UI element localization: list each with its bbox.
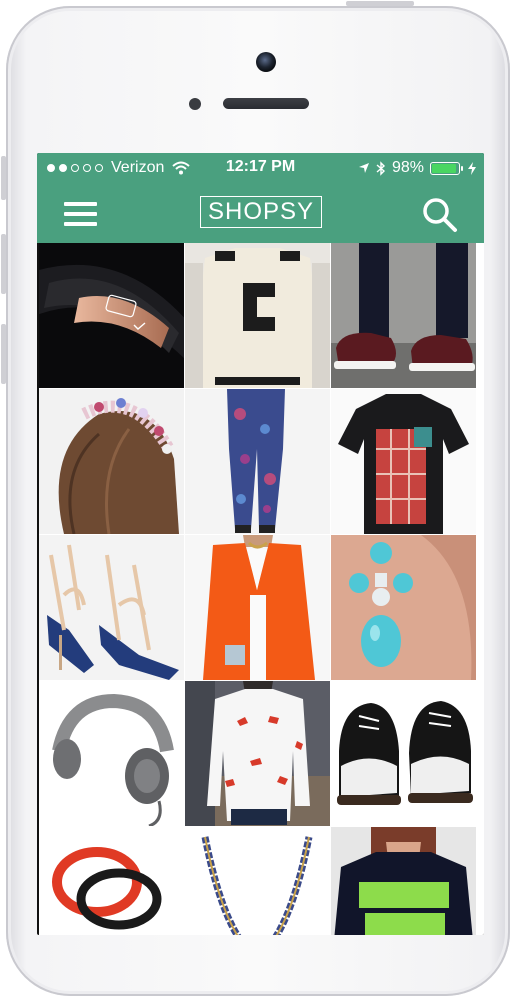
mute-switch xyxy=(1,156,6,200)
product-tile-orange-blazer[interactable] xyxy=(185,535,330,680)
sneakers-image xyxy=(331,243,476,388)
fitness-band-image xyxy=(39,243,184,388)
search-icon[interactable] xyxy=(422,197,458,233)
plaid-tshirt-image xyxy=(331,389,476,534)
earpiece-speaker xyxy=(223,98,309,109)
headphones-image xyxy=(39,681,184,826)
bluetooth-icon xyxy=(376,160,385,176)
studded-shoes-image xyxy=(331,681,476,826)
product-tile-letter-c-sweater[interactable] xyxy=(185,243,330,388)
product-tile-burgundy-sneakers[interactable] xyxy=(331,243,476,388)
product-tile-plaid-tshirt[interactable] xyxy=(331,389,476,534)
front-camera xyxy=(256,52,276,72)
proximity-sensor xyxy=(189,98,201,110)
nav-bar: SHOPSY xyxy=(37,183,484,243)
heels-image xyxy=(39,535,184,680)
battery-percent: 98% xyxy=(391,159,424,176)
hamburger-menu-icon[interactable] xyxy=(64,200,97,228)
game-over-tshirt-image xyxy=(331,827,476,935)
product-tile-chain-necklace[interactable] xyxy=(185,827,330,935)
product-tile-printed-leggings[interactable] xyxy=(185,389,330,534)
necklace-image xyxy=(185,827,330,935)
battery-icon xyxy=(430,161,463,175)
headband-image xyxy=(39,389,184,534)
power-button xyxy=(346,1,414,6)
product-tile-activity-bands[interactable] xyxy=(39,827,184,935)
product-tile-game-over-tshirt[interactable] xyxy=(331,827,476,935)
activity-bands-image xyxy=(39,827,184,935)
product-tile-studded-shoes[interactable] xyxy=(331,681,476,826)
leggings-image xyxy=(185,389,330,534)
sweater-image xyxy=(185,243,330,388)
battery-fill xyxy=(432,163,456,173)
product-tile-studded-heels[interactable] xyxy=(39,535,184,680)
status-right: 98% xyxy=(358,159,476,177)
product-tile-turquoise-earrings[interactable] xyxy=(331,535,476,680)
product-tile-print-sweatshirt[interactable] xyxy=(185,681,330,826)
status-bar: Verizon 12:17 PM 98% xyxy=(37,153,484,183)
brand-logo: SHOPSY xyxy=(200,196,322,228)
location-arrow-icon xyxy=(358,163,369,173)
blazer-image xyxy=(185,535,330,680)
product-tile-floral-headband[interactable] xyxy=(39,389,184,534)
volume-up-button xyxy=(1,234,6,294)
sweatshirt-image xyxy=(185,681,330,826)
product-tile-fitness-band[interactable] xyxy=(39,243,184,388)
charging-bolt-icon xyxy=(468,161,476,175)
earrings-image xyxy=(331,535,476,680)
product-grid xyxy=(39,243,484,935)
product-tile-grey-headphones[interactable] xyxy=(39,681,184,826)
volume-down-button xyxy=(1,324,6,384)
app-screen: Verizon 12:17 PM 98% SHOPSY xyxy=(37,153,484,935)
